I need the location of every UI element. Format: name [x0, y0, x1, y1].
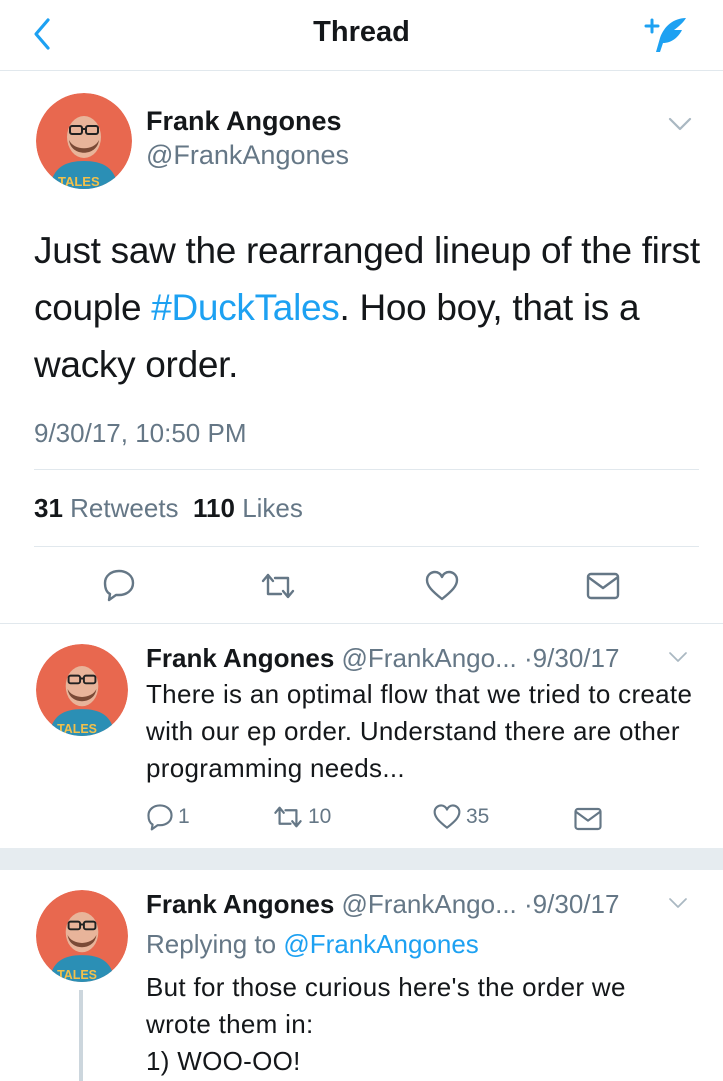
chevron-down-icon[interactable] — [667, 649, 689, 665]
retweet-icon — [274, 806, 302, 828]
replying-to-line: Replying to @FrankAngones — [146, 929, 479, 960]
author-name[interactable]: Frank Angones — [146, 643, 334, 673]
retweet-button[interactable]: 10 — [272, 803, 331, 831]
likes-label[interactable]: Likes — [242, 493, 303, 523]
reply-text: There is an optimal flow that we tried t… — [146, 679, 693, 783]
tweet-date: ·9/30/17 — [524, 643, 620, 673]
avatar-image: TALES — [36, 93, 132, 189]
retweets-label[interactable]: Retweets — [70, 493, 178, 523]
direct-message-icon[interactable] — [585, 571, 621, 601]
avatar-image: TALES — [36, 890, 128, 982]
likes-count[interactable]: 110 — [193, 493, 235, 523]
author-name[interactable]: Frank Angones — [146, 106, 342, 137]
page-title: Thread — [313, 16, 410, 48]
svg-text:TALES: TALES — [57, 968, 97, 982]
direct-message-icon[interactable] — [573, 806, 603, 832]
replying-to-link[interactable]: @FrankAngones — [283, 929, 479, 959]
retweets-count[interactable]: 31 — [34, 493, 63, 523]
author-handle[interactable]: @FrankAngones — [146, 140, 349, 171]
avatar[interactable]: TALES — [36, 93, 132, 189]
reply-icon[interactable] — [102, 568, 136, 602]
reply-header: Frank Angones @FrankAngo... ·9/30/17 — [146, 889, 619, 920]
tweet-stats: 31 Retweets 110 Likes — [34, 493, 303, 524]
tweet-text: Just saw the rearranged lineup of the fi… — [34, 222, 704, 393]
author-handle[interactable]: @FrankAngo... — [342, 889, 517, 919]
reply-text-line: 1) WOO-OO! — [146, 1046, 301, 1076]
reply-text: But for those curious here's the order w… — [146, 969, 696, 1080]
divider — [34, 546, 699, 547]
heart-icon — [433, 804, 461, 829]
compose-quill-icon[interactable] — [638, 12, 690, 56]
reply-button[interactable]: 1 — [146, 803, 190, 831]
tweet-date: ·9/30/17 — [524, 889, 620, 919]
reply-count: 1 — [178, 805, 190, 828]
thread-connector-line — [79, 990, 83, 1081]
divider — [34, 469, 699, 470]
chevron-down-icon[interactable] — [667, 895, 689, 911]
replying-to-prefix: Replying to — [146, 929, 277, 959]
avatar[interactable]: TALES — [36, 644, 128, 736]
avatar-image: TALES — [36, 644, 128, 736]
svg-text:TALES: TALES — [58, 174, 100, 189]
reply-text-line: But for those curious here's the order w… — [146, 972, 626, 1039]
avatar[interactable]: TALES — [36, 890, 128, 982]
author-name[interactable]: Frank Angones — [146, 889, 334, 919]
like-button[interactable]: 35 — [432, 803, 489, 831]
retweet-count: 10 — [308, 805, 332, 828]
reply-header: Frank Angones @FrankAngo... ·9/30/17 — [146, 643, 619, 674]
divider — [0, 623, 723, 624]
retweet-icon[interactable] — [259, 570, 297, 602]
like-count: 35 — [466, 805, 490, 828]
chevron-down-icon[interactable] — [667, 114, 693, 134]
reply-icon — [147, 804, 173, 831]
heart-icon[interactable] — [424, 569, 460, 603]
author-handle[interactable]: @FrankAngo... — [342, 643, 517, 673]
svg-text:TALES: TALES — [57, 722, 97, 736]
hashtag-link[interactable]: #DuckTales — [151, 287, 340, 328]
tweet-timestamp: 9/30/17, 10:50 PM — [34, 418, 247, 448]
section-separator — [0, 848, 723, 870]
navigation-bar: Thread — [0, 0, 723, 71]
